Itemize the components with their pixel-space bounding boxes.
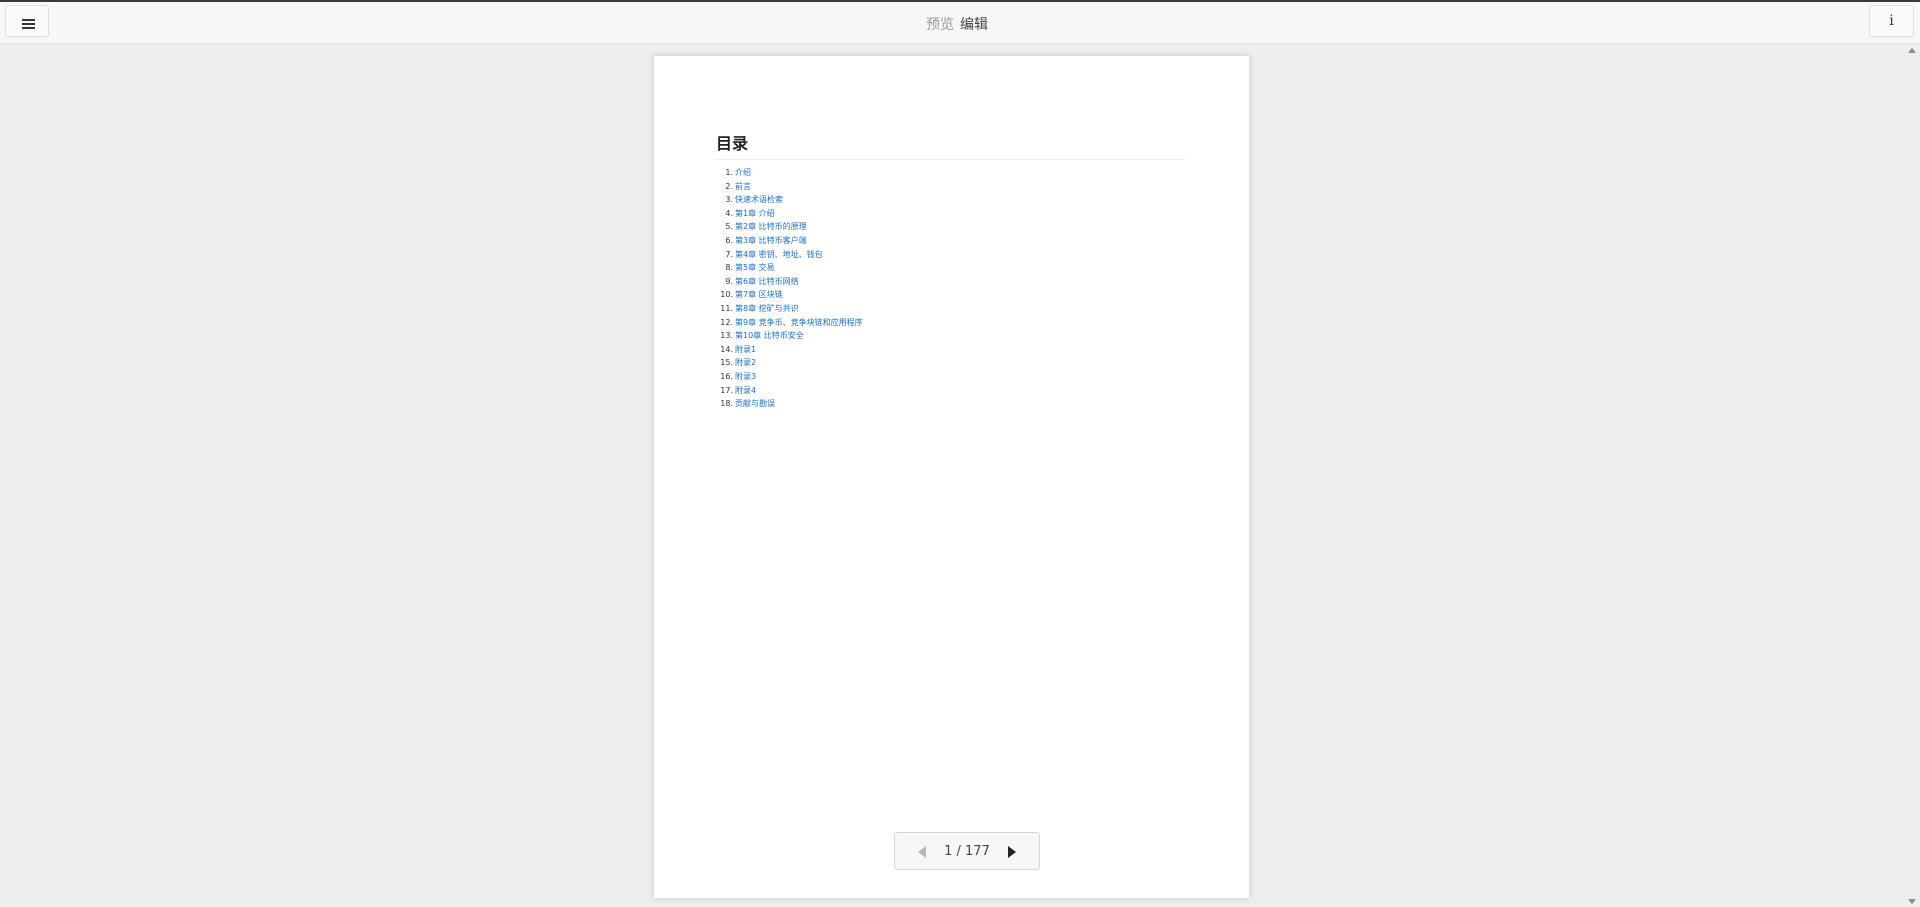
toc-item: 4. 第1章 介绍 [716,207,863,221]
toc-item-number: 18. [720,399,733,409]
toc-item-number: 13. [720,331,733,341]
toc-item-number: 16. [720,371,733,381]
toc-item: 16. 附录3 [716,370,863,384]
toc-item: 17. 附录4 [716,384,863,398]
toc-item: 13. 第10章 比特币安全 [716,329,863,343]
toc-item-number: 3. [725,195,733,205]
toc-item: 11. 第8章 挖矿与共识 [716,302,863,316]
toc-item-number: 14. [720,344,733,354]
toc-item: 5. 第2章 比特币的原理 [716,220,863,234]
toc-title: 目录 [716,130,1186,160]
edit-mode-button[interactable]: 编辑 [960,17,988,33]
toc-item-number: 5. [725,222,733,232]
page-navigator: 1 / 177 [894,832,1040,870]
hamburger-menu-icon [22,19,35,31]
toc-item-number: 4. [725,208,733,218]
toc-item-link[interactable]: 贡献与勘误 [735,399,775,408]
toc-item-link[interactable]: 附录2 [735,358,756,367]
toc-item-link[interactable]: 第8章 挖矿与共识 [735,304,799,313]
toc-item-link[interactable]: 第7章 区块链 [735,290,783,299]
toc-item-link[interactable]: 附录4 [735,386,756,395]
top-toolbar: 预览 编辑 i [0,2,1920,44]
toc-item-number: 1. [725,168,733,177]
toc-item: 7. 第4章 密钥、地址、钱包 [716,248,863,262]
document-page: 目录 1. 介绍 2. 前言 3. 快速术语检索 4. 第1章 介绍 5. 第2章 比特币的原理 6… [654,56,1249,898]
toc-item: 14. 附录1 [716,343,863,357]
toc-item-number: 11. [720,303,733,313]
toc-item-link[interactable]: 附录1 [735,345,756,354]
toc-item-link[interactable]: 第4章 密钥、地址、钱包 [735,250,823,259]
scroll-up-arrow-icon[interactable] [1908,48,1916,53]
preview-mode-button[interactable]: 预览 [926,17,954,33]
mode-switch: 预览 编辑 [926,14,994,34]
toc-item-link[interactable]: 前言 [735,182,751,191]
toc-item-link[interactable]: 第9章 竞争币、竞争块链和应用程序 [735,318,863,327]
toc-item: 15. 附录2 [716,356,863,370]
next-page-icon[interactable] [1008,846,1016,858]
toc-item-link[interactable]: 第6章 比特币网络 [735,277,799,286]
toc-item: 2. 前言 [716,180,863,194]
toc-item-number: 10. [720,290,733,300]
toc-item: 3. 快速术语检索 [716,193,863,207]
toc-list: 1. 介绍 2. 前言 3. 快速术语检索 4. 第1章 介绍 5. 第2章 比特币的原理 6. 第3… [716,166,863,411]
toc-item-link[interactable]: 第1章 介绍 [735,209,775,218]
toc-item-number: 9. [725,276,733,286]
previous-page-icon[interactable] [918,846,926,858]
toc-item: 6. 第3章 比特币客户端 [716,234,863,248]
toc-item-link[interactable]: 第5章 交易 [735,263,775,272]
toc-item: 12. 第9章 竞争币、竞争块链和应用程序 [716,316,863,330]
toc-item: 9. 第6章 比特币网络 [716,275,863,289]
scroll-down-arrow-icon[interactable] [1908,899,1916,904]
toc-item-link[interactable]: 快速术语检索 [735,195,783,204]
page-indicator: 1 / 177 [944,844,990,859]
toc-item-number: 12. [720,317,733,327]
toc-item-link[interactable]: 第3章 比特币客户端 [735,236,807,245]
toc-item-link[interactable]: 第2章 比特币的原理 [735,222,807,231]
toc-item-link[interactable]: 第10章 比特币安全 [735,331,804,340]
toc-item: 10. 第7章 区块链 [716,288,863,302]
toc-item: 8. 第5章 交易 [716,261,863,275]
toc-item-number: 7. [725,249,733,259]
toc-item-link[interactable]: 附录3 [735,372,756,381]
toc-item: 18. 贡献与勘误 [716,397,863,411]
menu-button[interactable] [5,5,49,37]
toc-item-number: 17. [720,385,733,395]
toc-item-link[interactable]: 介绍 [735,168,751,177]
toc-item-number: 2. [725,181,733,191]
toc-item: 1. 介绍 [716,166,863,180]
toc-item-number: 15. [720,358,733,368]
info-button[interactable]: i [1869,5,1914,37]
toc-item-number: 6. [725,235,733,245]
toc-item-number: 8. [725,263,733,273]
